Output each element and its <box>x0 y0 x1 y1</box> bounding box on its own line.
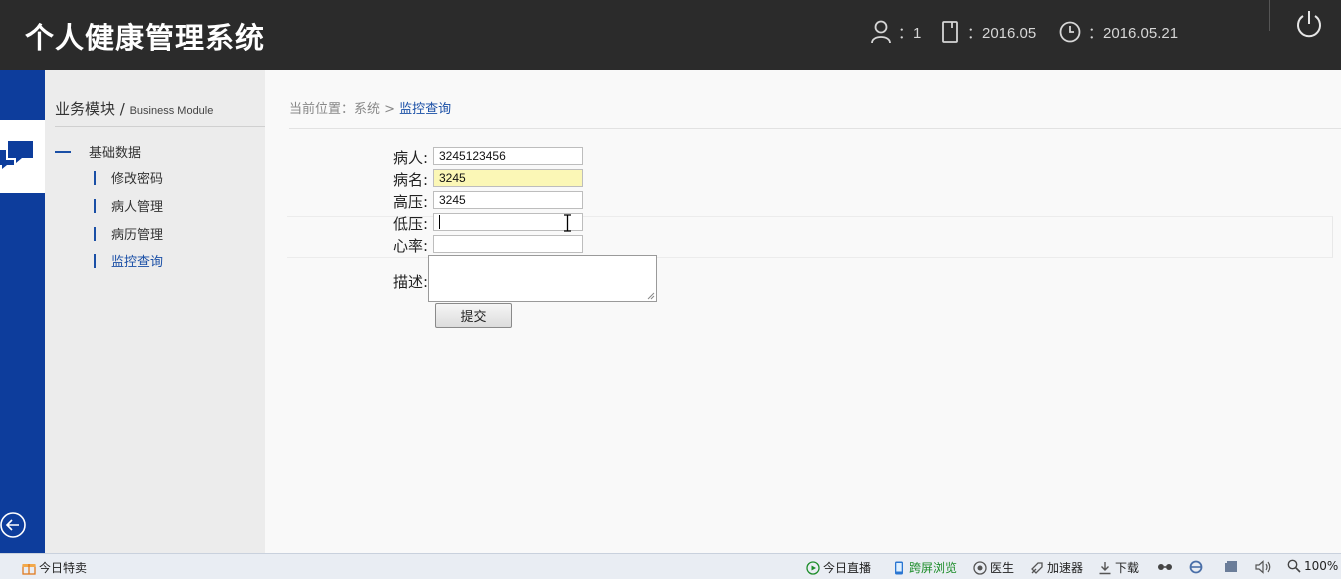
doctor-link[interactable]: 医生 <box>973 559 1014 576</box>
module-title: 业务模块 / <box>55 100 130 118</box>
sidebar-group-label: 基础数据 <box>89 146 142 161</box>
date-value: ：2016.05.21 <box>1088 24 1179 42</box>
zoom-level: 100% <box>1304 559 1339 573</box>
month-value: ：2016.05 <box>967 24 1037 42</box>
doctor-icon <box>973 560 987 575</box>
ie-icon[interactable] <box>1188 560 1204 574</box>
download-link[interactable]: 下载 <box>1098 559 1139 576</box>
heart-rate-input[interactable] <box>433 235 583 253</box>
gift-icon <box>22 563 36 575</box>
rocket-icon <box>1031 561 1043 574</box>
breadcrumb-prefix: 当前位置：系统 > <box>289 102 400 117</box>
live-label: 今日直播 <box>823 561 872 575</box>
sidebar-title: 业务模块 / Business Module <box>55 98 213 119</box>
sidebar-item-monitor[interactable]: 监控查询 <box>94 251 163 270</box>
play-circle-icon <box>806 560 820 575</box>
live-link[interactable]: 今日直播 <box>806 559 871 576</box>
sidebar-item-label: 修改密码 <box>111 172 164 187</box>
sidebar-item-label: 监控查询 <box>111 255 164 270</box>
power-icon <box>1297 11 1321 38</box>
header-divider <box>1269 0 1270 31</box>
window-icon[interactable] <box>1223 560 1239 574</box>
app-title: 个人健康管理系统 <box>25 21 266 55</box>
sidebar-divider <box>55 126 265 127</box>
high-bp-label: 高压: <box>392 193 428 211</box>
glasses-icon[interactable] <box>1157 560 1173 574</box>
download-icon <box>1099 561 1111 574</box>
submit-button[interactable]: 提交 <box>435 303 512 328</box>
cross-screen-link[interactable]: 跨屏浏览 <box>892 559 957 576</box>
ibeam-cursor-icon <box>564 214 571 232</box>
sidebar-item-patients[interactable]: 病人管理 <box>94 196 163 215</box>
date-indicator: ：2016.05.21 <box>1058 20 1178 44</box>
zoom-control[interactable]: 100% <box>1287 559 1338 573</box>
module-tab[interactable] <box>0 120 45 193</box>
item-bar-icon <box>94 226 96 241</box>
breadcrumb-current[interactable]: 监控查询 <box>399 102 451 117</box>
low-bp-input[interactable] <box>433 213 583 231</box>
sidebar: 业务模块 / Business Module 基础数据 修改密码 病人管理 病历… <box>45 70 265 553</box>
chat-bubbles-icon <box>0 141 33 169</box>
low-bp-label: 低压: <box>392 215 428 233</box>
high-bp-input[interactable]: 3245 <box>433 191 583 209</box>
phone-icon <box>895 561 903 574</box>
logout-button[interactable] <box>1294 9 1324 45</box>
download-label: 下载 <box>1115 561 1140 575</box>
disease-label: 病名: <box>392 171 428 189</box>
speaker-icon[interactable] <box>1255 560 1273 574</box>
patient-input[interactable]: 3245123456 <box>433 147 583 165</box>
user-count: ：1 <box>898 24 922 42</box>
top-header: 个人健康管理系统 ：1 ：2016.05 ：2016.05.21 <box>0 0 1341 70</box>
heart-rate-label: 心率: <box>392 237 428 255</box>
collapse-button[interactable] <box>0 510 30 544</box>
browser-status-bar: 今日特卖 今日直播 跨屏浏览 医生 加速器 下载 100% <box>0 553 1341 579</box>
module-subtitle: Business Module <box>129 105 214 117</box>
disease-input[interactable]: 3245 <box>433 169 583 187</box>
magnifier-icon <box>1287 559 1301 573</box>
book-icon <box>942 21 958 43</box>
sidebar-item-label: 病历管理 <box>111 228 164 243</box>
text-caret <box>439 215 440 229</box>
clock-icon <box>1059 21 1081 43</box>
sidebar-item-change-password[interactable]: 修改密码 <box>94 168 163 187</box>
item-bar-icon <box>94 253 96 268</box>
item-bar-icon <box>94 170 96 185</box>
sidebar-group-basic-data[interactable]: 基础数据 <box>55 142 141 161</box>
accelerator-label: 加速器 <box>1047 561 1084 575</box>
user-indicator: ：1 <box>870 20 921 44</box>
month-indicator: ：2016.05 <box>941 20 1036 44</box>
description-textarea[interactable] <box>428 255 657 302</box>
collapse-dash-icon <box>55 150 71 153</box>
breadcrumb: 当前位置：系统 > 监控查询 <box>289 98 451 117</box>
cross-screen-label: 跨屏浏览 <box>909 561 958 575</box>
deals-label: 今日特卖 <box>39 561 88 575</box>
main-content: 当前位置：系统 > 监控查询 <box>265 70 1341 553</box>
description-label: 描述: <box>392 273 428 291</box>
left-rail <box>0 70 45 553</box>
item-bar-icon <box>94 198 96 213</box>
back-arrow-icon <box>0 512 26 538</box>
patient-label: 病人: <box>392 149 428 167</box>
resize-grip-icon <box>647 292 655 300</box>
sidebar-item-label: 病人管理 <box>111 200 164 215</box>
user-icon <box>871 20 891 44</box>
sidebar-item-records[interactable]: 病历管理 <box>94 224 163 243</box>
accelerator-link[interactable]: 加速器 <box>1030 559 1083 576</box>
deals-link[interactable]: 今日特卖 <box>22 559 87 576</box>
breadcrumb-divider <box>289 128 1341 129</box>
doctor-label: 医生 <box>990 561 1015 575</box>
